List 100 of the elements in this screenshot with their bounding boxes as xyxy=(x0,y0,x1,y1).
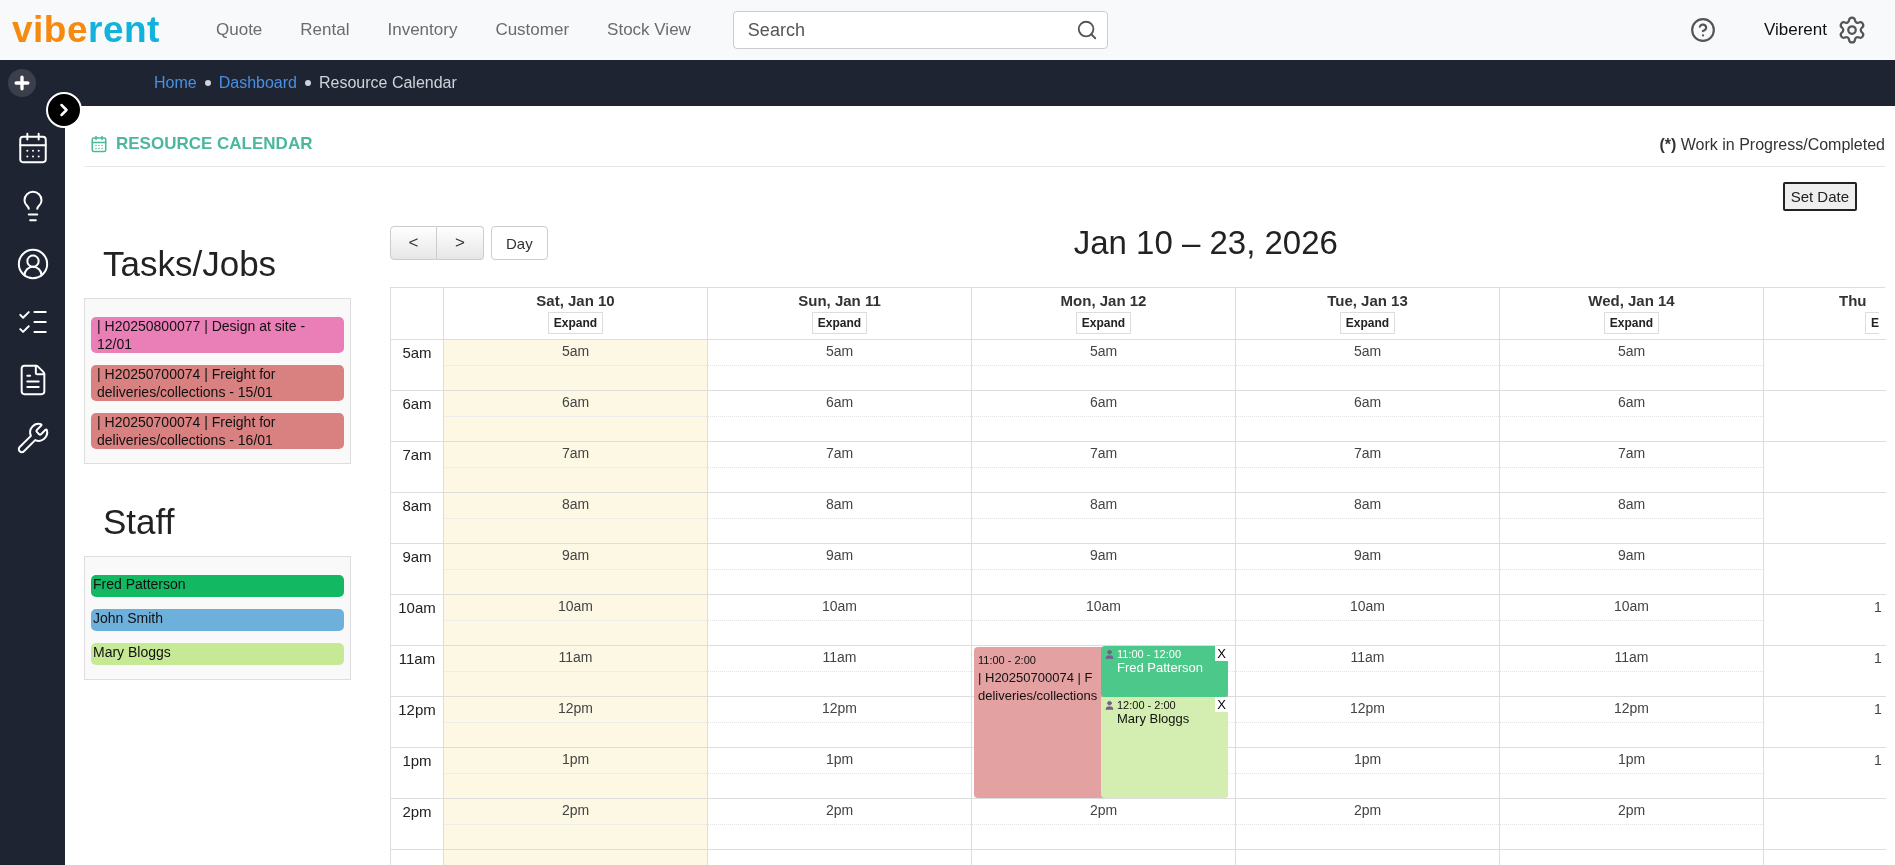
slot-label: 1 xyxy=(1874,599,1882,615)
slot-label: 1pm xyxy=(825,751,854,769)
user-name[interactable]: Viberent xyxy=(1764,20,1827,40)
calendar-icon xyxy=(90,135,108,153)
slot-label: 2pm xyxy=(825,802,854,820)
slot-label: 1pm xyxy=(1617,751,1646,769)
expand-button[interactable]: Expand xyxy=(1603,312,1660,334)
staff-assignment[interactable]: 11:00 - 12:00 Fred Patterson X xyxy=(1101,646,1228,697)
slot-label: 8am xyxy=(561,496,590,514)
staff-assignment[interactable]: 12:00 - 2:00 Mary Bloggs X xyxy=(1101,697,1228,798)
day-header: Tue, Jan 13 xyxy=(1327,292,1408,309)
day-header: Thu xyxy=(1839,292,1867,309)
slot-label: 10am xyxy=(1350,598,1385,616)
slot-label: 5am xyxy=(825,343,854,361)
page-title: RESOURCE CALENDAR xyxy=(116,134,313,154)
slot-label: 9am xyxy=(1617,547,1646,565)
slot-label: 12pm xyxy=(1350,700,1385,718)
person-icon xyxy=(1104,699,1115,711)
staff-item[interactable]: John Smith xyxy=(91,609,344,631)
slot-label: 8am xyxy=(1617,496,1646,514)
slot-label: 1 xyxy=(1874,650,1882,666)
slot-label: 9am xyxy=(1089,547,1118,565)
expand-button[interactable]: Expand xyxy=(1339,312,1396,334)
slot-label: 12pm xyxy=(558,700,593,718)
nav-link[interactable]: Rental xyxy=(300,20,350,40)
slot-label: 6am xyxy=(1353,394,1382,412)
previous-button[interactable]: < xyxy=(390,226,437,260)
slot-label: 1pm xyxy=(1353,751,1382,769)
nav-link[interactable]: Inventory xyxy=(387,20,458,40)
plus-icon xyxy=(12,73,32,93)
legend-note: (*) Work in Progress/Completed xyxy=(1659,136,1885,154)
expand-button[interactable]: Expand xyxy=(811,312,868,334)
add-button[interactable] xyxy=(8,69,36,97)
event-title: deliveries/collections xyxy=(978,687,1098,705)
slot-label: 2pm xyxy=(561,802,590,820)
slot-label: 2pm xyxy=(1617,802,1646,820)
slot-label: 9am xyxy=(825,547,854,565)
settings-icon[interactable] xyxy=(1837,15,1867,45)
tools-icon[interactable] xyxy=(15,421,50,455)
expand-button[interactable]: Expand xyxy=(1075,312,1132,334)
expand-button[interactable]: Expand xyxy=(547,312,604,334)
staff-item[interactable]: Fred Patterson xyxy=(91,575,344,597)
event-time: 11:00 - 2:00 xyxy=(978,653,1036,668)
slot-label: 12pm xyxy=(822,700,857,718)
slot-label: 7am xyxy=(825,445,854,463)
slot-label: 11am xyxy=(558,649,593,667)
slot-label: 5am xyxy=(561,343,590,361)
task-item[interactable]: | H20250700074 | Freight for deliveries/collections - 16/01 xyxy=(91,413,344,449)
slot-label: 9am xyxy=(1353,547,1382,565)
slot-label: 8am xyxy=(1353,496,1382,514)
task-item[interactable]: | H20250700074 | Freight for deliveries/collections - 15/01 xyxy=(91,365,344,401)
close-button[interactable]: X xyxy=(1215,646,1228,661)
nav-link[interactable]: Quote xyxy=(216,20,263,40)
slot-label: 2pm xyxy=(1353,802,1382,820)
job-event[interactable]: 11:00 - 2:00 | H20250700074 | F deliveries/collections 11:00 - 12:00 Fred Patterson X 12:00 - 2:00 Mary Bloggs X xyxy=(974,647,1228,798)
search-field[interactable]: Search xyxy=(732,11,1108,49)
slot-label: 11am xyxy=(822,649,857,667)
next-button[interactable]: > xyxy=(437,226,484,260)
slot-label: 12pm xyxy=(1614,700,1649,718)
time-label: 7am xyxy=(402,446,432,465)
slot-label: 1 xyxy=(1874,752,1882,768)
user-icon[interactable] xyxy=(15,247,50,281)
time-label: 2pm xyxy=(402,803,432,822)
slot-label: 6am xyxy=(561,394,590,412)
expand-button[interactable]: E xyxy=(1865,312,1879,334)
day-header: Mon, Jan 12 xyxy=(1060,292,1147,309)
nav-link[interactable]: Customer xyxy=(495,20,570,40)
slot-label: 7am xyxy=(1353,445,1382,463)
time-label: 10am xyxy=(398,599,436,618)
staff-item[interactable]: Mary Bloggs xyxy=(91,643,344,665)
slot-label: 8am xyxy=(1089,496,1118,514)
assignment-name: Fred Patterson xyxy=(1117,660,1204,675)
task-item[interactable]: | H20250800077 | Design at site - 12/01 xyxy=(91,317,344,353)
breadcrumb-link[interactable]: Dashboard xyxy=(218,74,297,92)
day-header: Sun, Jan 11 xyxy=(798,292,881,309)
slot-label: 6am xyxy=(1617,394,1646,412)
slot-label: 6am xyxy=(1089,394,1118,412)
slot-label: 8am xyxy=(825,496,854,514)
slot-label: 9am xyxy=(561,547,590,565)
help-icon[interactable] xyxy=(1690,17,1716,43)
slot-label: 1 xyxy=(1874,701,1882,717)
calendar-title: Jan 10 – 23, 2026 xyxy=(1073,224,1338,262)
time-label: 1pm xyxy=(402,752,432,771)
slot-label: 5am xyxy=(1089,343,1118,361)
slot-label: 7am xyxy=(1617,445,1646,463)
slot-label: 7am xyxy=(561,445,590,463)
slot-label: 10am xyxy=(558,598,593,616)
set-date-button[interactable]: Set Date xyxy=(1782,182,1857,211)
tasks-heading: Tasks/Jobs xyxy=(103,244,278,284)
search-icon[interactable] xyxy=(1075,19,1098,41)
slot-label: 10am xyxy=(822,598,857,616)
breadcrumb-link[interactable]: Home xyxy=(154,74,197,92)
slot-label: 7am xyxy=(1089,445,1118,463)
close-button[interactable]: X xyxy=(1215,697,1228,712)
breadcrumb-current: Resource Calendar xyxy=(318,74,457,92)
assignment-time: 12:00 - 2:00 xyxy=(1117,699,1176,711)
day-view-button[interactable]: Day xyxy=(491,226,548,260)
time-label: 12pm xyxy=(398,701,436,720)
person-icon xyxy=(1104,648,1115,660)
nav-link[interactable]: Stock View xyxy=(607,20,691,40)
